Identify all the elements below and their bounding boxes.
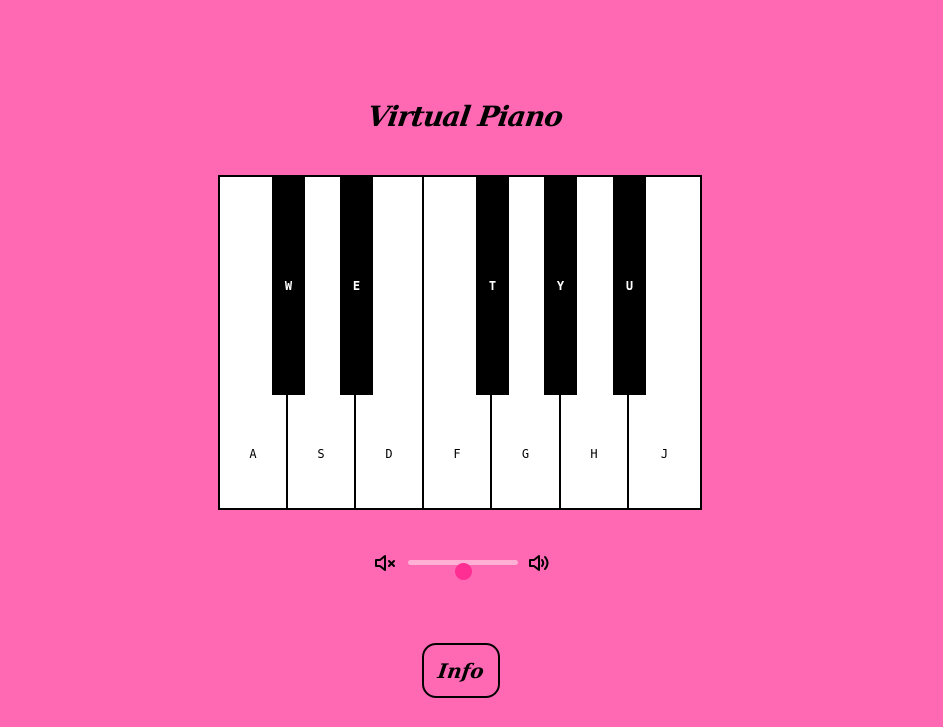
key-label: E [352,279,361,293]
page-title: Virtual Piano [365,100,565,133]
key-label: F [453,447,461,461]
volume-slider-thumb[interactable] [455,563,472,580]
key-label: H [590,447,598,461]
black-key-y[interactable]: Y [544,177,577,395]
black-key-e[interactable]: E [340,177,373,395]
volume-mute-icon[interactable] [374,553,398,573]
volume-control [374,551,554,580]
key-label: U [625,279,634,293]
black-key-t[interactable]: T [476,177,509,395]
volume-up-icon[interactable] [528,553,552,573]
key-label: Y [556,279,565,293]
key-label: G [521,447,530,461]
key-label: A [249,447,257,461]
key-label: W [284,279,293,293]
black-key-w[interactable]: W [272,177,305,395]
key-label: J [660,447,669,461]
key-label: S [317,447,325,461]
key-label: D [385,447,393,461]
piano-keyboard: A S D F G H J W E T Y U [218,175,702,510]
volume-slider[interactable] [408,560,518,580]
info-button-label: Info [436,658,486,683]
info-button[interactable]: Info [422,643,500,698]
black-key-u[interactable]: U [613,177,646,395]
key-label: T [488,279,497,293]
